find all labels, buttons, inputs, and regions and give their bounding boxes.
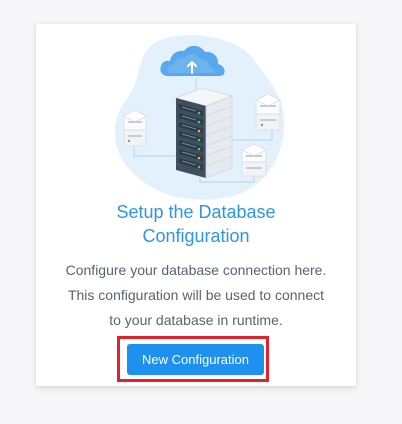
server-rack-icon bbox=[174, 87, 234, 179]
card-description: Configure your database connection here.… bbox=[36, 258, 356, 333]
new-configuration-button[interactable]: New Configuration bbox=[127, 344, 264, 375]
card-description-line-1: Configure your database connection here. bbox=[65, 262, 327, 278]
server-unit-right bbox=[255, 93, 281, 131]
server-unit-bottom bbox=[241, 143, 267, 177]
card-description-line-2: This configuration will be used to conne… bbox=[67, 287, 325, 303]
setup-database-card: Setup the Database Configuration Configu… bbox=[36, 24, 356, 386]
card-description-line-3: to your database in runtime. bbox=[109, 312, 283, 328]
card-title-line-2: Configuration bbox=[142, 226, 250, 246]
server-unit-left bbox=[123, 109, 147, 147]
database-illustration bbox=[114, 34, 285, 200]
card-title: Setup the Database Configuration bbox=[36, 200, 356, 248]
card-title-line-1: Setup the Database bbox=[116, 202, 276, 222]
